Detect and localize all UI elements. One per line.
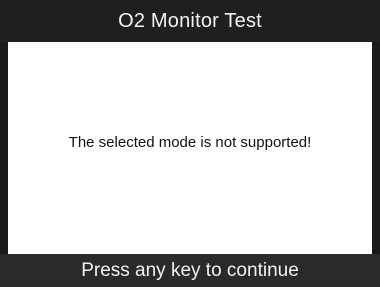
- title-bar: O2 Monitor Test: [0, 0, 380, 42]
- message-panel: The selected mode is not supported!: [8, 42, 372, 254]
- screen-title: O2 Monitor Test: [118, 9, 262, 32]
- continue-prompt-bar[interactable]: Press any key to continue: [0, 254, 380, 287]
- device-screen: O2 Monitor Test The selected mode is not…: [0, 0, 380, 287]
- continue-prompt: Press any key to continue: [81, 259, 299, 281]
- status-message: The selected mode is not supported!: [68, 133, 312, 151]
